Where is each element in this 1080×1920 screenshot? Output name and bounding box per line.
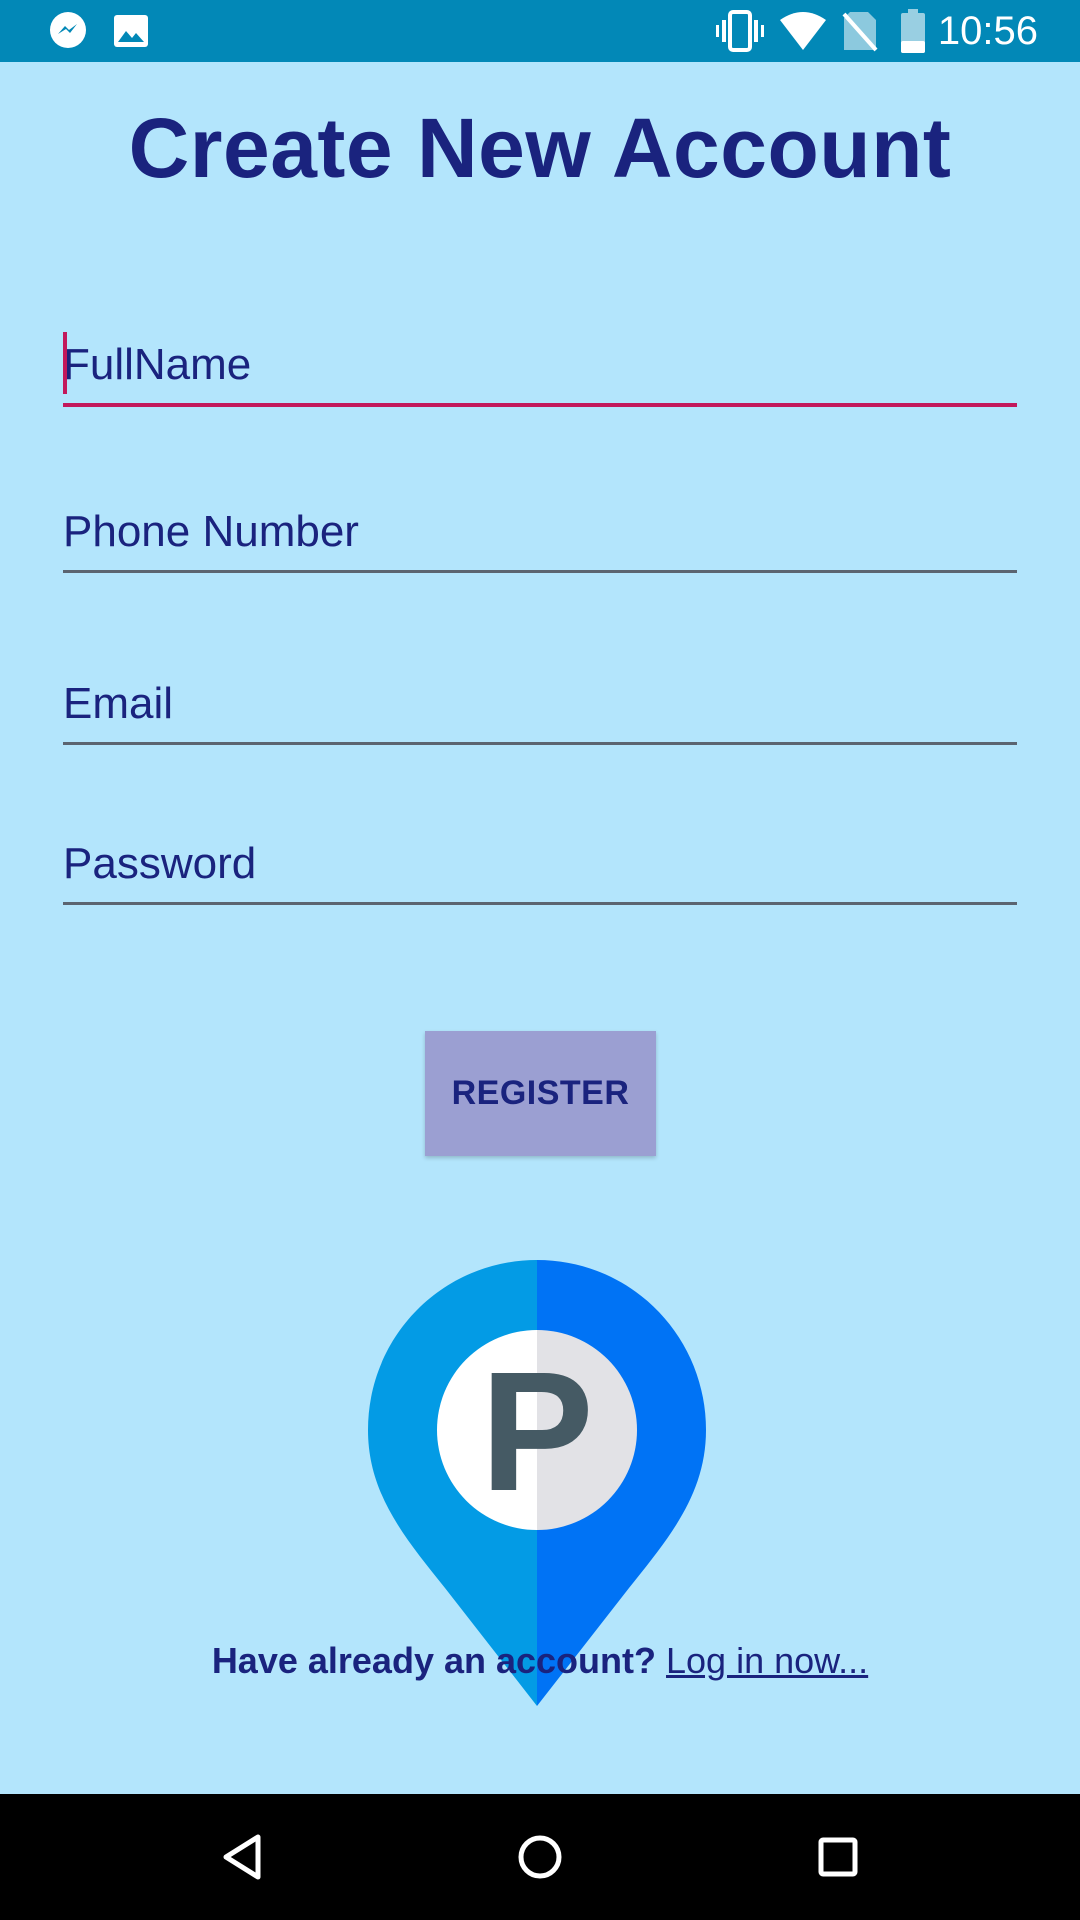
password-field[interactable] (63, 825, 1017, 905)
back-icon[interactable] (192, 1794, 292, 1920)
no-sim-icon (842, 0, 878, 62)
vibrate-icon (716, 0, 764, 62)
home-icon[interactable] (490, 1794, 590, 1920)
register-button[interactable]: REGISTER (425, 1031, 656, 1156)
text-cursor (63, 332, 67, 394)
page-title: Create New Account (128, 101, 952, 195)
login-prompt: Have already an account? Log in now... (0, 1640, 1080, 1682)
messenger-icon (48, 0, 88, 62)
wifi-icon (780, 0, 826, 62)
login-question: Have already an account? (211, 1640, 656, 1681)
recents-icon[interactable] (788, 1794, 888, 1920)
status-time: 10:56 (937, 9, 1038, 53)
fullname-field[interactable] (63, 327, 1017, 407)
phone-number-field[interactable] (63, 493, 1017, 573)
image-icon (113, 0, 149, 62)
navigation-bar (0, 1794, 1080, 1920)
email-field[interactable] (63, 665, 1017, 745)
status-bar: 10:56 (0, 0, 1080, 62)
login-link[interactable]: Log in now... (666, 1640, 868, 1681)
logo-letter: P (480, 1337, 593, 1527)
battery-icon (900, 0, 926, 62)
